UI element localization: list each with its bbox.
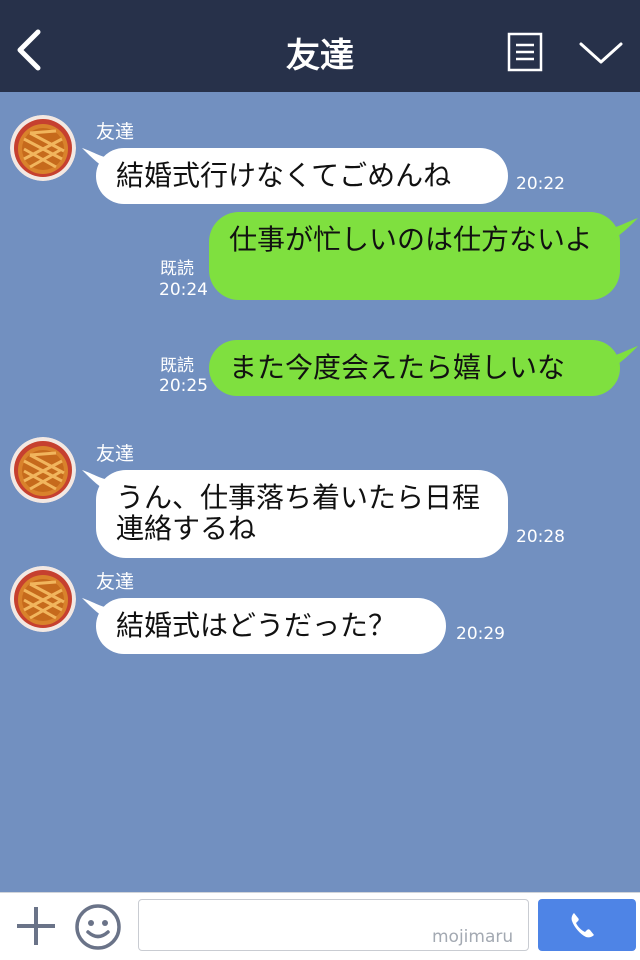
message-bubble[interactable]: 結婚式行けなくてごめんね xyxy=(96,148,508,204)
chevron-down-icon[interactable] xyxy=(578,38,624,68)
message-bubble[interactable]: うん、仕事落ち着いたら日程連絡するね xyxy=(96,470,508,558)
message-time: 20:25 xyxy=(159,376,208,396)
message-time: 20:24 xyxy=(159,280,208,300)
message-time: 20:29 xyxy=(456,624,505,644)
input-bar: mojimaru xyxy=(0,892,640,960)
message-bubble[interactable]: 仕事が忙しいのは仕方ないよ xyxy=(209,212,620,300)
sender-name: 友達 xyxy=(96,571,135,593)
bubble-tail xyxy=(608,346,638,370)
message-bubble[interactable]: 結婚式はどうだった？ xyxy=(96,598,446,654)
message-time: 20:22 xyxy=(516,174,565,194)
chat-title: 友達 xyxy=(286,36,354,76)
plus-icon[interactable] xyxy=(15,905,57,947)
smiley-icon[interactable] xyxy=(74,903,122,951)
avatar[interactable] xyxy=(10,115,76,181)
message-time: 20:28 xyxy=(516,527,565,547)
avatar[interactable] xyxy=(10,437,76,503)
avatar[interactable] xyxy=(10,566,76,632)
sender-name: 友達 xyxy=(96,443,135,465)
read-receipt: 既読 xyxy=(160,259,194,279)
read-receipt: 既読 xyxy=(160,356,194,376)
message-bubble[interactable]: また今度会えたら嬉しいな xyxy=(209,340,620,396)
list-menu-icon[interactable] xyxy=(507,32,543,72)
chat-header: 友達 xyxy=(0,0,640,92)
bubble-tail xyxy=(608,218,638,242)
watermark: mojimaru xyxy=(432,927,514,947)
sender-name: 友達 xyxy=(96,121,135,143)
call-button[interactable] xyxy=(538,899,636,951)
phone-icon xyxy=(571,913,594,938)
